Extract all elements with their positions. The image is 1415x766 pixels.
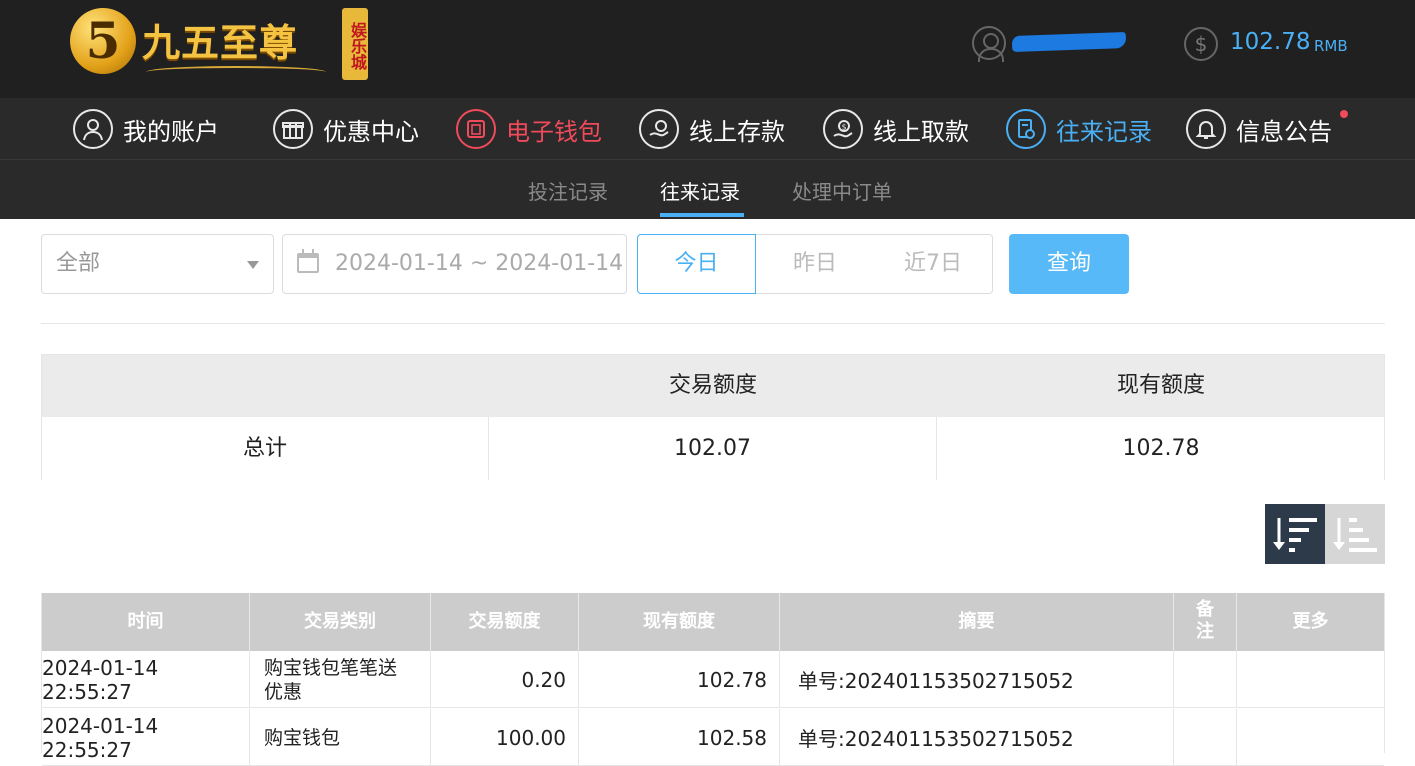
summary-total-label: 总计 xyxy=(42,417,489,480)
summary-header-cell xyxy=(42,355,489,417)
table-header: 时间 交易类别 交易额度 现有额度 摘要 备注 更多 xyxy=(42,593,1384,651)
column-header-time[interactable]: 时间 xyxy=(42,593,250,651)
balance-amount: 102.78 xyxy=(1230,29,1311,55)
notification-dot xyxy=(1340,110,1348,118)
nav-online-deposit[interactable]: 线上存款 xyxy=(639,108,785,150)
cell-time: 2024-01-14 22:55:27 xyxy=(42,651,250,708)
cell-time: 2024-01-14 22:55:27 xyxy=(42,709,250,766)
summary-current-amount: 102.78 xyxy=(1122,436,1200,461)
table-row[interactable]: 2024-01-14 22:55:27 购宝钱包笔笔送优惠 0.20 102.7… xyxy=(42,651,1384,708)
column-header-category[interactable]: 交易类别 xyxy=(250,593,431,651)
column-header-note[interactable]: 备注 xyxy=(1174,593,1237,651)
nav-label: 线上存款 xyxy=(689,117,785,146)
cell-balance: 102.78 xyxy=(579,651,780,708)
deposit-icon xyxy=(639,109,679,149)
cell-trade-amount: 100.00 xyxy=(431,709,579,766)
column-header-balance[interactable]: 现有额度 xyxy=(579,593,780,651)
divider xyxy=(41,323,1385,324)
bell-icon xyxy=(1186,109,1226,149)
cell-note xyxy=(1174,709,1237,766)
cell-note xyxy=(1174,651,1237,708)
range-yesterday-button[interactable]: 昨日 xyxy=(756,234,875,294)
cell-summary: 单号:202401153502715052 xyxy=(780,709,1174,766)
nav-my-account[interactable]: 我的账户 xyxy=(73,108,219,150)
summary-header-cell: 现有额度 xyxy=(1116,373,1205,398)
logo-ornament xyxy=(146,66,326,78)
balance: $ 102.78 RMB xyxy=(1184,27,1384,63)
withdraw-icon: $ xyxy=(823,109,863,149)
sub-nav: 投注记录 往来记录 处理中订单 xyxy=(0,160,1415,219)
query-button[interactable]: 查询 xyxy=(1009,234,1129,294)
gift-icon xyxy=(273,109,313,149)
username-redacted xyxy=(1011,32,1127,52)
sort-ascending-button[interactable] xyxy=(1325,504,1385,564)
subtab-bet-records[interactable]: 投注记录 xyxy=(528,176,608,205)
svg-text:$: $ xyxy=(842,123,847,132)
calendar-icon xyxy=(297,249,319,273)
user-icon xyxy=(972,26,1006,62)
summary-header: 交易额度 现有额度 xyxy=(42,355,1384,417)
balance-unit: RMB xyxy=(1314,37,1348,55)
site-logo[interactable]: 5 九五至尊 娱乐城 xyxy=(70,6,370,86)
cell-category: 购宝钱包 xyxy=(250,709,431,766)
logo-stamp: 娱乐城 xyxy=(342,8,368,80)
active-tab-indicator xyxy=(660,213,744,217)
logo-badge: 5 xyxy=(70,8,136,74)
nav-label: 电子钱包 xyxy=(506,117,602,146)
nav-label: 我的账户 xyxy=(123,117,219,146)
cell-trade-amount: 0.20 xyxy=(431,651,579,708)
date-range-value: 2024-01-14 ~ 2024-01-14 xyxy=(335,251,624,276)
cell-more[interactable] xyxy=(1237,709,1384,766)
column-header-trade-amount[interactable]: 交易额度 xyxy=(431,593,579,651)
summary-row: 总计 102.07 102.78 xyxy=(42,417,1384,480)
type-select[interactable]: 全部 xyxy=(41,234,274,294)
type-select-value: 全部 xyxy=(56,251,101,276)
nav-label: 线上取款 xyxy=(873,117,969,146)
nav-label: 信息公告 xyxy=(1236,117,1332,146)
logo-text: 九五至尊 xyxy=(142,20,299,65)
nav-e-wallet[interactable]: 电子钱包 xyxy=(456,108,602,150)
nav-label: 优惠中心 xyxy=(323,117,419,146)
user-account[interactable] xyxy=(972,26,1132,62)
cell-category: 购宝钱包笔笔送优惠 xyxy=(250,651,431,708)
column-header-more[interactable]: 更多 xyxy=(1237,593,1384,651)
main-nav: 我的账户 优惠中心 电子钱包 线上存款 $ 线上取款 往来记录 信息公告 xyxy=(0,98,1415,160)
column-header-summary[interactable]: 摘要 xyxy=(780,593,1174,651)
range-7days-button[interactable]: 近7日 xyxy=(874,234,993,294)
subtab-pending-orders[interactable]: 处理中订单 xyxy=(792,176,892,205)
records-icon xyxy=(1006,109,1046,149)
nav-promotions[interactable]: 优惠中心 xyxy=(273,108,419,150)
range-today-button[interactable]: 今日 xyxy=(637,234,756,294)
cell-balance: 102.58 xyxy=(579,709,780,766)
caret-down-icon xyxy=(247,261,259,269)
subtab-transaction-records[interactable]: 往来记录 xyxy=(660,176,740,205)
sort-descending-icon xyxy=(1273,518,1317,552)
user-icon xyxy=(73,109,113,149)
nav-transaction-records[interactable]: 往来记录 xyxy=(1006,108,1152,150)
sort-descending-button[interactable] xyxy=(1265,504,1325,564)
summary-header-cell: 交易额度 xyxy=(668,373,757,398)
dollar-icon: $ xyxy=(1184,27,1218,61)
nav-label: 往来记录 xyxy=(1056,117,1152,146)
cell-more[interactable] xyxy=(1237,651,1384,708)
summary-trade-amount: 102.07 xyxy=(489,417,937,480)
cell-summary: 单号:202401153502715052 xyxy=(780,651,1174,708)
summary-table: 交易额度 现有额度 总计 102.07 102.78 xyxy=(41,354,1385,480)
sort-ascending-icon xyxy=(1333,518,1377,552)
top-header: 5 九五至尊 娱乐城 $ 102.78 RMB xyxy=(0,0,1415,98)
table-row[interactable]: 2024-01-14 22:55:27 购宝钱包 100.00 102.58 单… xyxy=(42,709,1384,766)
transaction-table: 时间 交易类别 交易额度 现有额度 摘要 备注 更多 2024-01-14 22… xyxy=(41,593,1385,766)
nav-online-withdraw[interactable]: $ 线上取款 xyxy=(823,108,969,150)
wallet-icon xyxy=(456,109,496,149)
date-range-input[interactable]: 2024-01-14 ~ 2024-01-14 xyxy=(282,234,627,294)
nav-announcements[interactable]: 信息公告 xyxy=(1186,108,1348,150)
